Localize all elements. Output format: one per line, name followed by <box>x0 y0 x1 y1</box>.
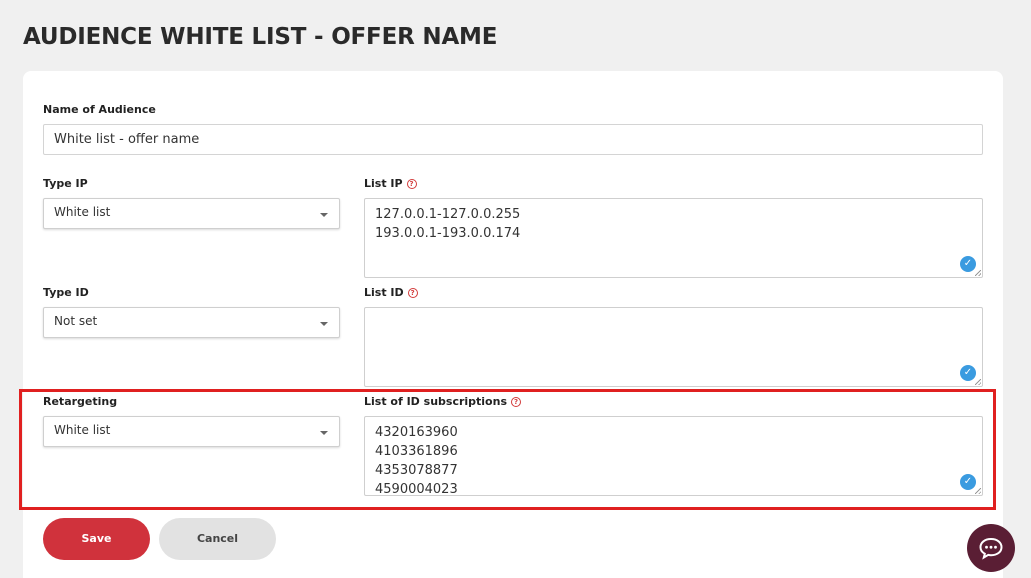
help-icon[interactable]: ? <box>406 178 417 189</box>
list-id-textarea[interactable]: ✓ <box>364 307 983 387</box>
chat-widget-button[interactable] <box>967 524 1015 572</box>
list-ip-textarea[interactable]: 127.0.0.1-127.0.0.255 193.0.0.1-193.0.0.… <box>364 198 983 278</box>
help-icon[interactable]: ? <box>407 287 418 298</box>
chevron-down-icon <box>320 213 328 217</box>
type-ip-label: Type IP <box>43 177 88 190</box>
cancel-button[interactable]: Cancel <box>159 518 276 560</box>
type-id-select[interactable]: Not set <box>43 307 340 338</box>
list-ip-line: 193.0.0.1-193.0.0.174 <box>375 226 521 241</box>
type-ip-select[interactable]: White list <box>43 198 340 229</box>
page-title: AUDIENCE WHITE LIST - OFFER NAME <box>23 24 498 50</box>
audience-name-input[interactable] <box>43 124 983 155</box>
list-id-label: List ID ? <box>364 286 418 299</box>
check-circle-icon: ✓ <box>960 256 976 272</box>
save-button[interactable]: Save <box>43 518 150 560</box>
list-ip-label: List IP ? <box>364 177 417 190</box>
type-id-label: Type ID <box>43 286 89 299</box>
resize-handle[interactable] <box>975 379 981 385</box>
chevron-down-icon <box>320 322 328 326</box>
name-of-audience-label: Name of Audience <box>43 103 156 116</box>
highlight-box <box>19 389 996 510</box>
resize-handle[interactable] <box>975 270 981 276</box>
list-ip-line: 127.0.0.1-127.0.0.255 <box>375 207 521 222</box>
chat-icon <box>979 537 1003 560</box>
check-circle-icon: ✓ <box>960 365 976 381</box>
